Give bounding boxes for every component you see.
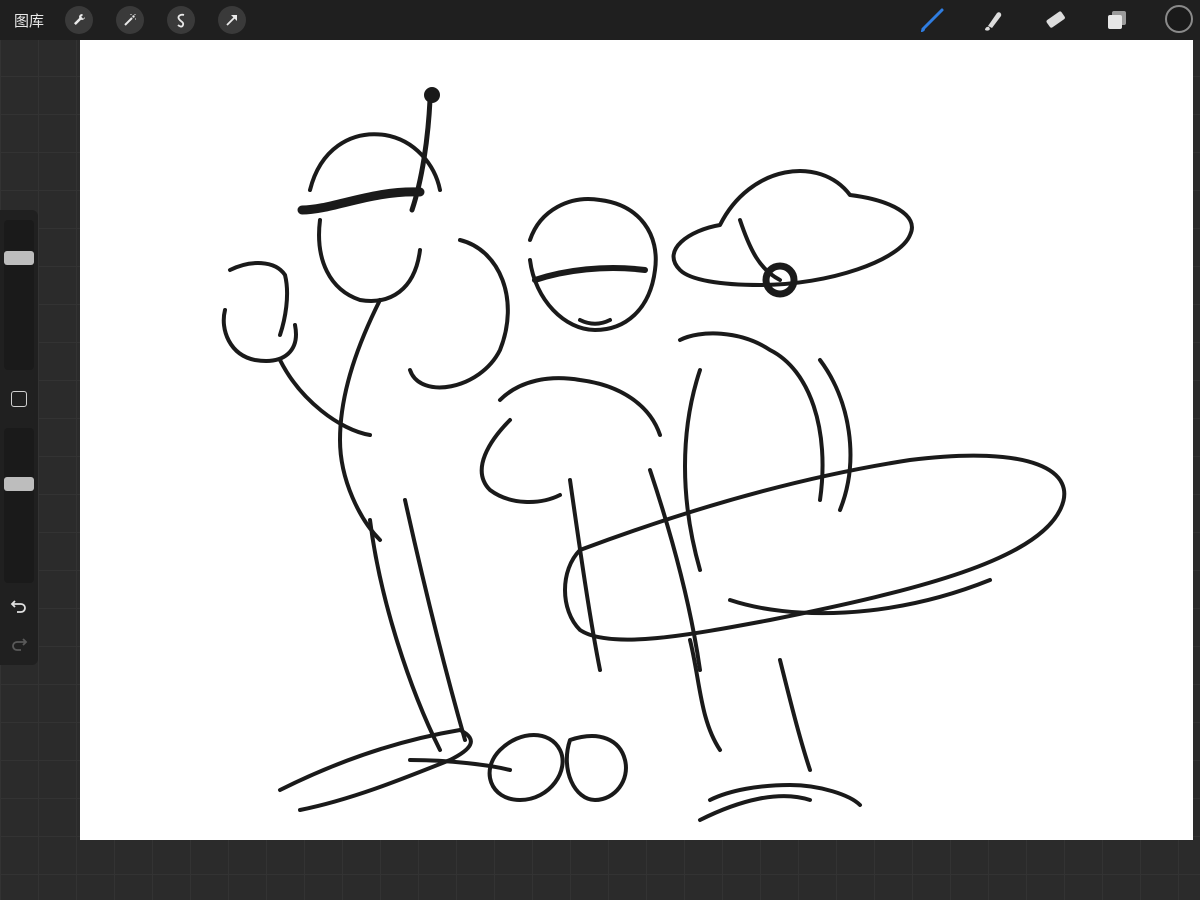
transform-arrow-icon[interactable] <box>218 6 246 34</box>
redo-icon[interactable] <box>7 632 31 656</box>
left-sidebar <box>0 210 38 665</box>
gallery-button[interactable]: 图库 <box>14 10 44 31</box>
square-icon[interactable] <box>11 391 27 407</box>
brush-size-handle[interactable] <box>4 251 34 266</box>
sketch-artwork <box>221 87 1067 822</box>
brush-icon[interactable] <box>917 5 947 35</box>
top-toolbar: 图库 <box>0 0 1200 40</box>
opacity-handle[interactable] <box>4 477 34 492</box>
opacity-slider[interactable] <box>4 428 34 583</box>
wrench-icon[interactable] <box>65 6 93 34</box>
brush-size-slider[interactable] <box>4 220 34 370</box>
layers-icon[interactable] <box>1102 5 1132 35</box>
magic-wand-icon[interactable] <box>116 6 144 34</box>
color-swatch[interactable] <box>1165 5 1193 33</box>
eraser-icon[interactable] <box>1040 5 1070 35</box>
undo-icon[interactable] <box>7 594 31 618</box>
smudge-icon[interactable] <box>978 5 1008 35</box>
selection-icon[interactable] <box>167 6 195 34</box>
drawing-canvas[interactable] <box>80 40 1193 840</box>
